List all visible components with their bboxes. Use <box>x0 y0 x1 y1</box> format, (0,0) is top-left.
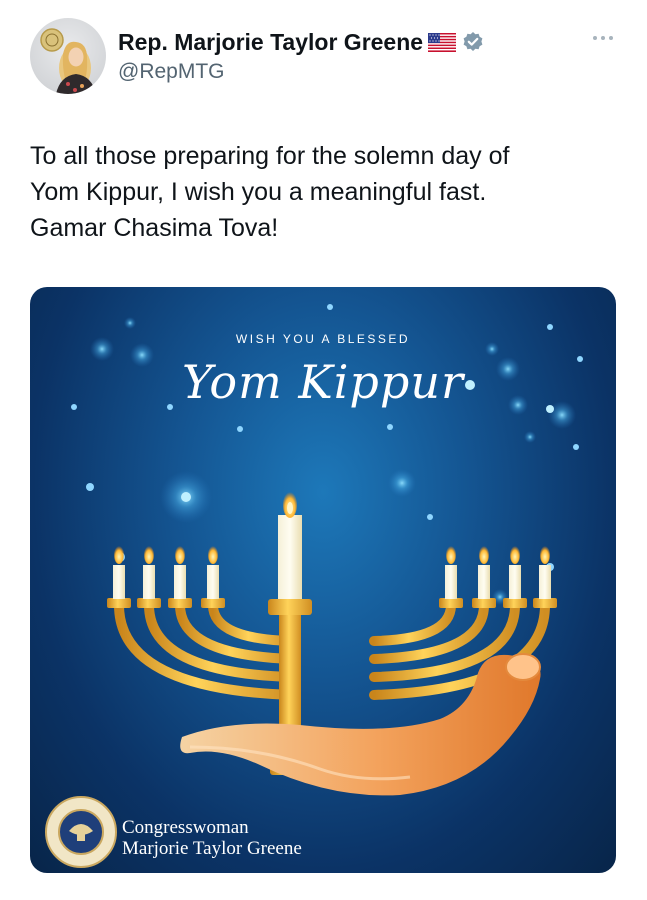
author-avatar[interactable] <box>30 18 106 94</box>
author-display-name[interactable]: Rep. Marjorie Taylor Greene <box>118 29 423 56</box>
tweet-text-line: Yom Kippur, I wish you a meaningful fast… <box>30 178 487 206</box>
candles <box>113 546 551 599</box>
tweet-text: To all those preparing for the solemn da… <box>30 138 620 246</box>
avatar-image <box>40 28 96 94</box>
signature-title: Congresswoman <box>122 817 249 838</box>
signature-name: Marjorie Taylor Greene <box>122 838 302 859</box>
greeting-headline: Yom Kippur <box>182 355 464 409</box>
tweet-header: Rep. Marjorie Taylor Greene @RepMTG <box>30 18 620 98</box>
tweet-text-line: To all those preparing for the solemn da… <box>30 142 510 170</box>
menorah-cups <box>107 598 557 608</box>
verified-badge-icon[interactable] <box>462 31 484 53</box>
us-flag-icon <box>428 32 457 52</box>
signature-block: Congresswoman Marjorie Taylor Greene <box>122 817 302 859</box>
tweet-media-image[interactable]: WISH YOU A BLESSED Yom Kippur Congresswo… <box>30 287 616 873</box>
greeting-tagline: WISH YOU A BLESSED <box>235 332 411 346</box>
author-handle[interactable]: @RepMTG <box>118 60 225 84</box>
house-seal-icon <box>45 796 117 868</box>
more-options-icon[interactable] <box>588 30 618 46</box>
tweet-text-line: Gamar Chasima Tova! <box>30 214 279 242</box>
author-name-row[interactable]: Rep. Marjorie Taylor Greene <box>118 27 484 57</box>
